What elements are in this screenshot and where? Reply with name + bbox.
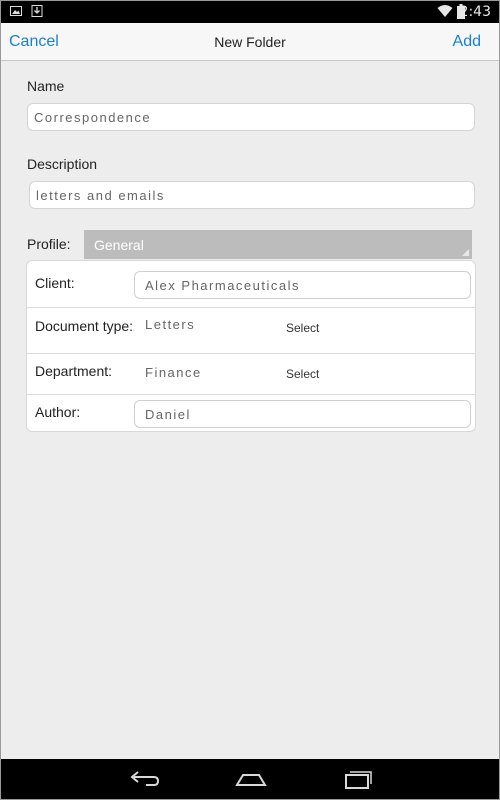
client-field[interactable]: Alex Pharmaceuticals: [134, 271, 471, 299]
dropdown-corner-icon: [462, 249, 469, 256]
name-label: Name: [27, 78, 65, 94]
client-label: Client:: [35, 275, 75, 291]
document-type-label: Document type:: [35, 318, 134, 334]
department-select-button[interactable]: Select: [286, 367, 319, 381]
document-type-value: Letters: [145, 317, 196, 332]
author-row: Author: Daniel: [27, 395, 475, 432]
name-field[interactable]: Correspondence: [27, 103, 475, 131]
department-label: Department:: [35, 363, 113, 379]
description-field-value: letters and emails: [36, 187, 165, 203]
home-icon[interactable]: [233, 767, 269, 791]
recent-apps-icon[interactable]: [340, 767, 376, 791]
author-field-value: Daniel: [145, 406, 191, 422]
name-field-value: Correspondence: [34, 109, 152, 125]
download-notification-icon: [31, 5, 43, 17]
author-field[interactable]: Daniel: [134, 400, 471, 428]
client-row: Client: Alex Pharmaceuticals: [27, 261, 475, 308]
page-title: New Folder: [214, 34, 286, 50]
nav-bar: Cancel New Folder Add: [1, 23, 499, 61]
document-type-row: Document type: Letters Select: [27, 308, 475, 354]
status-bar: 2:43: [1, 1, 499, 23]
description-field[interactable]: letters and emails: [29, 181, 475, 209]
back-icon[interactable]: [126, 767, 162, 791]
profile-select-value: General: [94, 236, 144, 253]
client-field-value: Alex Pharmaceuticals: [145, 277, 300, 293]
status-time: 2:43: [459, 4, 491, 20]
add-button[interactable]: Add: [453, 33, 481, 51]
profile-details: Client: Alex Pharmaceuticals Document ty…: [26, 260, 476, 432]
image-notification-icon: [10, 6, 22, 16]
document-type-select-button[interactable]: Select: [286, 321, 319, 335]
wifi-icon: [437, 5, 453, 17]
department-value: Finance: [145, 365, 202, 380]
department-row: Department: Finance Select: [27, 354, 475, 395]
system-nav-bar: [1, 759, 499, 799]
author-label: Author:: [35, 404, 81, 420]
profile-label: Profile:: [27, 236, 71, 252]
description-label: Description: [27, 156, 98, 172]
profile-select[interactable]: General: [84, 230, 472, 259]
